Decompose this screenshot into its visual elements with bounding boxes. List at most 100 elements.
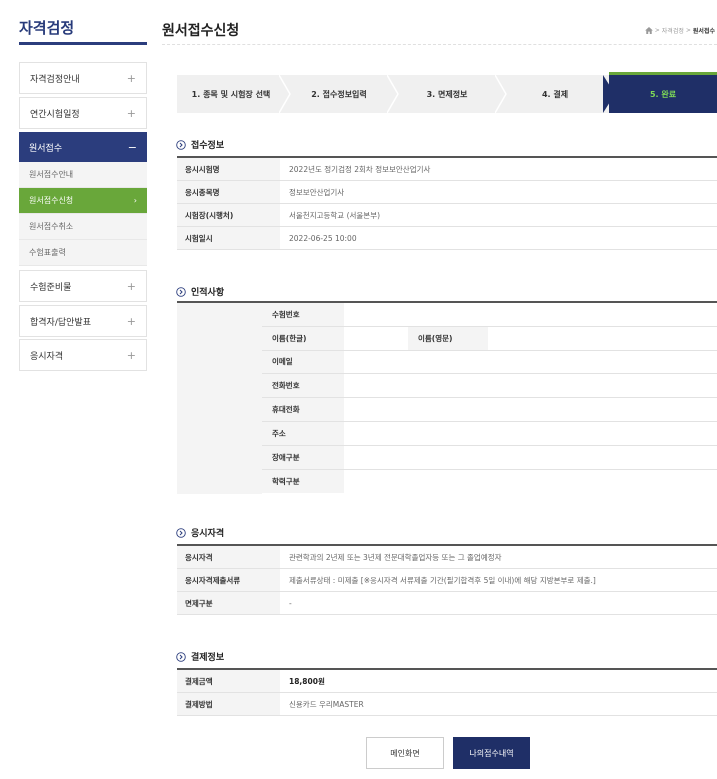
section-title-text: 결제정보 [191,653,225,663]
table-row: 응시자격제출서류 제출서류상태 : 미제출 [※응시자격 서류제출 기간(필기합… [177,569,717,592]
sidebar-item-eligibility[interactable]: 응시자격 + [20,340,146,370]
step-3: 3. 면제정보 [393,75,507,113]
row-value [344,374,717,397]
sidebar-subitem-guide[interactable]: 원서접수안내 [19,162,147,188]
minus-icon: − [127,140,137,154]
sidebar-menu-prep[interactable]: 수험준비물 + [19,270,147,302]
row-value [344,470,717,494]
main-page-button[interactable]: 메인화면 [366,737,444,769]
section-title-eligibility: 응시자격 [176,526,224,539]
breadcrumb-separator: > [685,27,691,34]
row-value: - [289,598,292,608]
sidebar-item-label: 원서접수 [29,143,63,154]
row-label: 시험장(시행처) [177,204,280,226]
chevron-separator-icon [603,75,615,113]
sidebar-menu-schedule[interactable]: 연간시험일정 + [19,97,147,129]
plus-icon: + [126,106,136,120]
row-label: 수험번호 [262,303,344,326]
sidebar-item-label: 수험준비물 [30,282,72,293]
row-value: 2022년도 정기검정 2회차 정보보안산업기사 [289,164,431,174]
chevron-separator-icon [279,75,291,113]
table-row: 전화번호 [262,374,717,399]
sidebar-subitem-cancel[interactable]: 원서접수취소 [19,214,147,240]
table-row: 시험장(시행처) 서울천지고등학교 (서울본부) [177,204,717,227]
step-label: 5. 완료 [649,89,677,99]
breadcrumb-current: 원서접수 [692,28,715,35]
personal-table: 수험번호 이름(한글) 이름(영문) 이메일 전화번호 휴대전화 주소 장애구분… [177,301,717,494]
table-row: 응시종목명 정보보안산업기사 [177,181,717,204]
sidebar-subitem-ticket[interactable]: 수험표출력 [19,240,147,266]
my-applications-button[interactable]: 나의접수내역 [453,737,530,769]
sidebar-title: 자격검정 [19,19,75,37]
row-label-name-en: 이름(영문) [408,326,488,350]
step-label: 4. 결제 [541,89,569,99]
circle-arrow-icon [176,651,186,662]
plus-icon: + [126,71,136,85]
sidebar-item-prep[interactable]: 수험준비물 + [20,271,146,301]
row-label: 휴대전화 [262,398,344,421]
row-label: 응시자격제출서류 [177,569,280,591]
sidebar-menu-application: 원서접수 − 원서접수안내 원서접수신청 › 원서접수취소 수험표출력 [19,132,147,266]
row-label: 주소 [262,421,344,445]
row-value: 정보보안산업기사 [289,187,345,197]
sidebar-item-results[interactable]: 합격자/답안발표 + [20,306,146,336]
section-title-receipt: 접수정보 [176,138,224,151]
table-row: 휴대전화 [262,398,717,422]
row-label: 면제구분 [177,592,280,614]
plus-icon: + [126,348,136,362]
sidebar-subitem-label: 원서접수신청 [29,196,74,205]
sidebar-menu-results[interactable]: 합격자/답안발표 + [19,305,147,337]
plus-icon: + [126,314,136,328]
row-value: 제출서류상태 : 미제출 [※응시자격 서류제출 기간(필기합격후 5일 이내)… [289,575,596,585]
row-value [344,446,717,469]
table-row: 시험일시 2022-06-25 10:00 [177,227,717,250]
row-value [344,351,717,374]
row-label: 결제금액 [177,670,280,692]
step-label: 1. 종목 및 시험장 선택 [191,89,271,99]
chevron-right-icon: › [133,196,137,205]
photo-placeholder [177,303,262,494]
row-value: 신용카드 우리MASTER [289,699,364,709]
page-title-divider [162,44,717,45]
row-label: 응시종목명 [177,181,280,203]
step-label: 2. 접수정보입력 [311,89,367,99]
row-label: 결제방법 [177,693,280,715]
breadcrumb-item[interactable]: 자격검정 [662,26,684,35]
sidebar-menu-guide[interactable]: 자격검정안내 + [19,62,147,94]
sidebar-menu-eligibility[interactable]: 응시자격 + [19,339,147,371]
section-title-personal: 인적사항 [176,285,224,298]
circle-arrow-icon [176,286,186,297]
sidebar-subitem-label: 원서접수취소 [29,222,74,231]
section-title-text: 인적사항 [191,288,225,298]
table-row: 이메일 [262,350,717,375]
table-row: 결제금액 18,800원 [177,670,717,693]
row-value: 관련학과의 2년제 또는 3년제 전문대학졸업자등 또는 그 졸업예정자 [289,552,502,562]
step-4: 4. 결제 [501,75,615,113]
step-1: 1. 종목 및 시험장 선택 [177,75,291,113]
table-row: 면제구분 - [177,592,717,615]
plus-icon: + [126,279,136,293]
sidebar-item-application[interactable]: 원서접수 − [19,132,147,162]
sidebar-subitem-label: 수험표출력 [29,248,66,257]
sidebar-item-label: 연간시험일정 [30,109,80,120]
payment-amount: 18,800원 [289,676,325,686]
chevron-separator-icon [495,75,507,113]
section-title-text: 접수정보 [191,141,225,151]
row-label: 이메일 [262,350,344,374]
sidebar-subitem-apply[interactable]: 원서접수신청 › [19,188,147,214]
row-value [344,303,717,326]
row-label: 학력구분 [262,469,344,494]
table-row: 응시시험명 2022년도 정기검정 2회차 정보보안산업기사 [177,158,717,181]
sidebar-title-underline [19,42,147,45]
payment-table: 결제금액 18,800원 결제방법 신용카드 우리MASTER [177,668,717,716]
home-icon[interactable] [644,27,653,34]
row-label: 응시자격 [177,546,280,568]
row-value [344,422,717,445]
sidebar-item-guide[interactable]: 자격검정안내 + [20,63,146,93]
table-row: 이름(한글) 이름(영문) [262,326,717,351]
breadcrumb: > 자격검정 > 원서접수 [644,26,715,35]
row-label: 전화번호 [262,374,344,398]
table-row: 장애구분 [262,445,717,470]
sidebar-item-schedule[interactable]: 연간시험일정 + [20,98,146,128]
circle-arrow-icon [176,139,186,150]
